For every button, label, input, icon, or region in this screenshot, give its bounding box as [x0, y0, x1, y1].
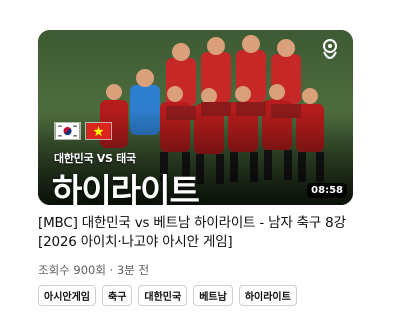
tag-chip[interactable]: 아시안게임: [38, 285, 96, 306]
duration-badge: 08:58: [307, 183, 347, 198]
tag-chip[interactable]: 하이라이트: [238, 285, 297, 306]
tag-list: 아시안게임 축구 대한민국 베트남 하이라이트: [38, 285, 297, 306]
team-flags: [54, 122, 112, 140]
tag-chip[interactable]: 축구: [102, 285, 133, 306]
thumbnail-headline: 하이라이트: [52, 171, 200, 205]
tag-chip[interactable]: 베트남: [193, 285, 233, 306]
tournament-logo-icon: [323, 39, 337, 59]
south-korea-flag: [54, 122, 81, 140]
vietnam-flag: [85, 122, 112, 140]
video-title[interactable]: [MBC] 대한민국 vs 베트남 하이라이트 - 남자 축구 8강 [2026…: [38, 214, 358, 252]
video-thumbnail[interactable]: 대한민국 VS 태국 하이라이트 08:58: [38, 30, 353, 205]
video-meta: 조회수 900회 · 3분 전: [38, 263, 150, 277]
tag-chip[interactable]: 대한민국: [138, 285, 188, 306]
